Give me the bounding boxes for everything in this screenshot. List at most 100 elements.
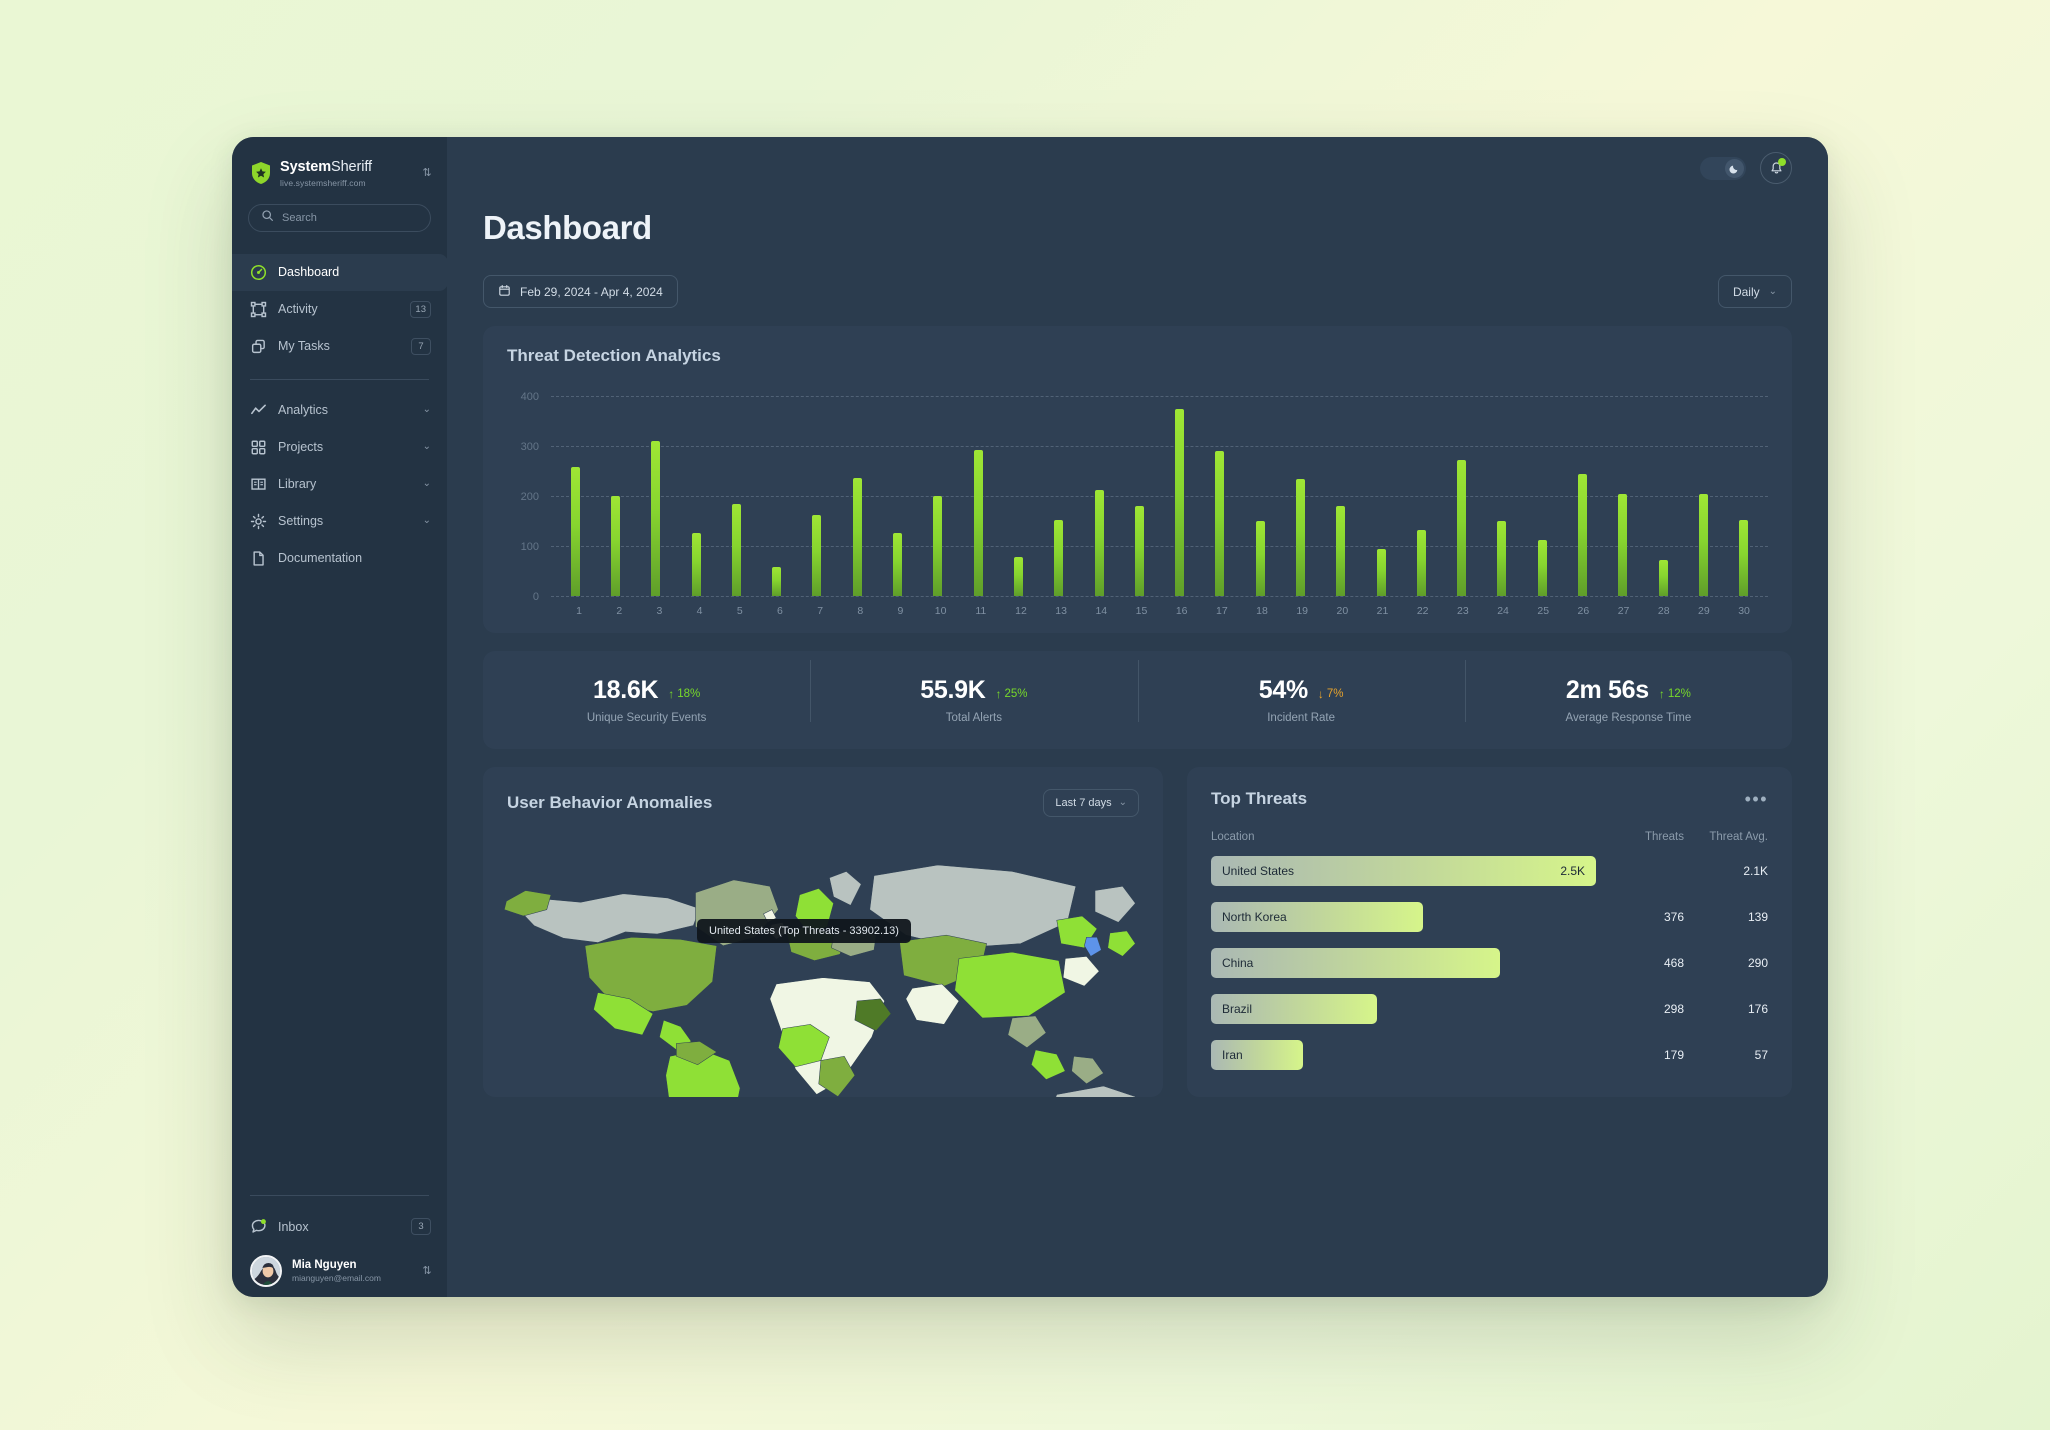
chart-bar[interactable] xyxy=(1537,540,1547,596)
date-range-picker[interactable]: Feb 29, 2024 - Apr 4, 2024 xyxy=(483,275,678,308)
date-range-label: Feb 29, 2024 - Apr 4, 2024 xyxy=(520,284,663,299)
bar-slot[interactable] xyxy=(797,396,837,596)
bar-slot[interactable] xyxy=(1361,396,1401,596)
bar-slot[interactable] xyxy=(555,396,595,596)
bar-slot[interactable] xyxy=(918,396,958,596)
theme-toggle[interactable] xyxy=(1700,156,1746,180)
chart-bar[interactable] xyxy=(933,496,943,596)
bar-slot[interactable] xyxy=(1603,396,1643,596)
user-name: Mia Nguyen xyxy=(292,1258,357,1271)
bar-slot[interactable] xyxy=(837,396,877,596)
bar-slot[interactable] xyxy=(998,396,1038,596)
chart-bar[interactable] xyxy=(731,503,741,596)
sidebar-item-projects[interactable]: Projects ⌄ xyxy=(232,429,447,466)
bar-slot[interactable] xyxy=(1724,396,1764,596)
chart-bar[interactable] xyxy=(1698,493,1708,596)
chart-bar[interactable] xyxy=(893,533,903,596)
chart-bar[interactable] xyxy=(1497,521,1507,596)
bar-slot[interactable] xyxy=(1280,396,1320,596)
chart-bar[interactable] xyxy=(772,567,782,596)
threat-bar: China xyxy=(1211,948,1500,978)
chevron-down-icon[interactable]: ⌄ xyxy=(423,405,431,415)
chart-bar[interactable] xyxy=(1618,493,1628,596)
chart-bar[interactable] xyxy=(651,441,661,596)
bar-slot[interactable] xyxy=(1079,396,1119,596)
chart-bar[interactable] xyxy=(610,496,620,596)
table-row[interactable]: North Korea 376 139 xyxy=(1211,899,1768,935)
sidebar-item-library[interactable]: Library ⌄ xyxy=(232,466,447,503)
bar-slot[interactable] xyxy=(1039,396,1079,596)
search-field[interactable] xyxy=(282,211,418,224)
kpi-delta: ↑ 18% xyxy=(668,688,700,700)
user-behavior-anomalies-panel: User Behavior Anomalies Last 7 days ⌄ Un… xyxy=(483,767,1163,1097)
search-input[interactable] xyxy=(248,203,431,232)
bar-slot[interactable] xyxy=(1401,396,1441,596)
bar-slot[interactable] xyxy=(676,396,716,596)
chevron-up-down-icon[interactable]: ⇅ xyxy=(421,1265,433,1277)
table-row[interactable]: China 468 290 xyxy=(1211,945,1768,981)
ellipsis-icon[interactable]: ••• xyxy=(1745,790,1768,808)
chart-bar[interactable] xyxy=(1013,557,1023,596)
bar-slot[interactable] xyxy=(1119,396,1159,596)
bar-slot[interactable] xyxy=(1683,396,1723,596)
world-choropleth-map[interactable] xyxy=(483,831,1163,1097)
chart-bar[interactable] xyxy=(1578,473,1588,596)
user-account-switcher[interactable]: Mia Nguyen mianguyen@email.com ⇅ xyxy=(232,1245,447,1287)
bar-slot[interactable] xyxy=(1200,396,1240,596)
chart-bar[interactable] xyxy=(852,477,862,596)
chart-bar[interactable] xyxy=(1416,530,1426,596)
chart-bar[interactable] xyxy=(1336,506,1346,596)
bar-slot[interactable] xyxy=(1522,396,1562,596)
chevron-up-down-icon[interactable]: ⇅ xyxy=(421,167,433,179)
bar-slot[interactable] xyxy=(1562,396,1602,596)
sidebar: SystemSheriff live.systemsheriff.com ⇅ S… xyxy=(232,137,448,1297)
sidebar-item-analytics[interactable]: Analytics ⌄ xyxy=(232,392,447,429)
chart-bar[interactable] xyxy=(1054,520,1064,596)
brand-switcher[interactable]: SystemSheriff live.systemsheriff.com ⇅ xyxy=(232,137,447,188)
table-row[interactable]: Brazil 298 176 xyxy=(1211,991,1768,1027)
chart-bar[interactable] xyxy=(1739,520,1749,596)
bar-slot[interactable] xyxy=(716,396,756,596)
bar-slot[interactable] xyxy=(1643,396,1683,596)
chart-bar[interactable] xyxy=(1175,408,1185,596)
bar-slot[interactable] xyxy=(756,396,796,596)
sidebar-item-documentation[interactable]: Documentation xyxy=(232,540,447,577)
sidebar-item-settings[interactable]: Settings ⌄ xyxy=(232,503,447,540)
bar-slot[interactable] xyxy=(1442,396,1482,596)
bar-slot[interactable] xyxy=(1321,396,1361,596)
map-panel-title: User Behavior Anomalies xyxy=(507,793,713,812)
chevron-down-icon[interactable]: ⌄ xyxy=(423,516,431,526)
chart-bar[interactable] xyxy=(973,450,983,596)
chart-bar[interactable] xyxy=(1457,460,1467,596)
bar-slot[interactable] xyxy=(595,396,635,596)
chart-bar[interactable] xyxy=(1134,506,1144,596)
map-range-select[interactable]: Last 7 days ⌄ xyxy=(1043,789,1139,817)
bar-slot[interactable] xyxy=(958,396,998,596)
chart-bar[interactable] xyxy=(1094,490,1104,596)
chart-bar[interactable] xyxy=(691,532,701,596)
chart-bar[interactable] xyxy=(1255,521,1265,596)
chart-bar[interactable] xyxy=(570,467,580,596)
sidebar-item-dashboard[interactable]: Dashboard xyxy=(232,253,448,291)
table-row[interactable]: United States 2.5K 2.1K xyxy=(1211,853,1768,889)
sidebar-item-my-tasks[interactable]: My Tasks 7 xyxy=(232,328,447,365)
chevron-down-icon[interactable]: ⌄ xyxy=(423,442,431,452)
table-row[interactable]: Iran 179 57 xyxy=(1211,1037,1768,1073)
bar-slot[interactable] xyxy=(1240,396,1280,596)
chart-bar[interactable] xyxy=(1295,478,1305,596)
bar-slot[interactable] xyxy=(1159,396,1199,596)
notifications-button[interactable] xyxy=(1760,152,1792,184)
chevron-down-icon[interactable]: ⌄ xyxy=(423,479,431,489)
chart-plot-area: 0 100 200 300 400 xyxy=(521,391,1768,603)
bar-slot[interactable] xyxy=(1482,396,1522,596)
chart-bar[interactable] xyxy=(1215,451,1225,596)
sidebar-item-inbox[interactable]: Inbox 3 xyxy=(232,1208,447,1245)
chart-bar[interactable] xyxy=(1376,548,1386,596)
chart-bar[interactable] xyxy=(1658,560,1668,596)
bar-slot[interactable] xyxy=(636,396,676,596)
nav-divider xyxy=(250,378,429,380)
chart-bar[interactable] xyxy=(812,515,822,596)
granularity-select[interactable]: Daily ⌄ xyxy=(1717,275,1792,308)
bar-slot[interactable] xyxy=(877,396,917,596)
sidebar-item-activity[interactable]: Activity 13 xyxy=(232,291,447,328)
